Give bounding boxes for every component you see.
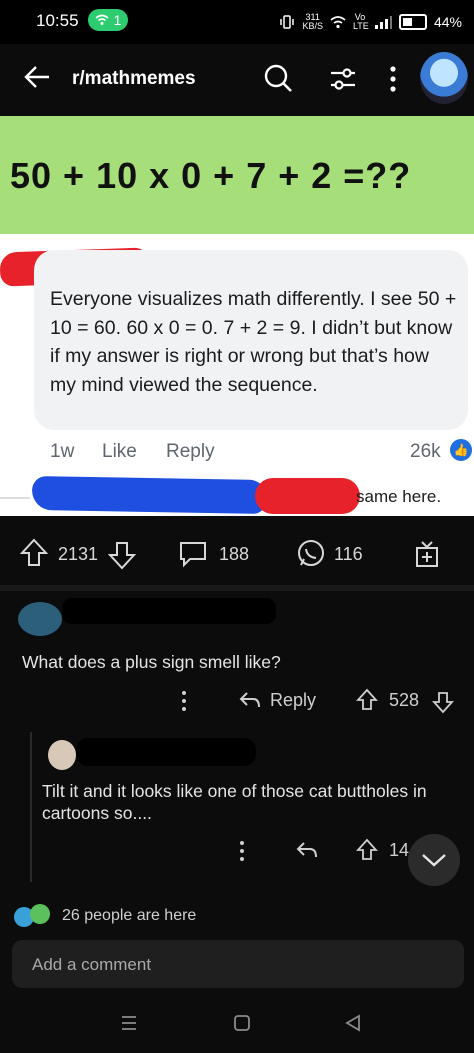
system-nav-bar	[0, 996, 474, 1053]
commenter-avatar[interactable]	[18, 602, 62, 636]
hotspot-count: 1	[113, 12, 122, 28]
whatsapp-share-icon[interactable]	[296, 539, 326, 569]
redacted-username	[62, 598, 276, 624]
filter-icon[interactable]	[328, 64, 358, 94]
presence-avatars-icon	[14, 904, 50, 927]
comment-text: Tilt it and it looks like one of those c…	[42, 781, 427, 823]
net-speed: 311 KB/S	[302, 12, 323, 31]
more-vert-icon[interactable]	[238, 840, 246, 862]
section-divider	[0, 585, 474, 591]
status-bar: 10:55 1 311 KB/S Vo LTE 44%	[0, 0, 474, 44]
wifi-signal-icon	[330, 16, 346, 29]
vibrate-icon	[280, 15, 295, 29]
comment-text: What does a plus sign smell like?	[22, 652, 281, 672]
subreddit-title[interactable]: r/mathmemes	[72, 68, 196, 90]
battery-percent: 44%	[433, 14, 462, 30]
hotspot-badge: 1	[88, 9, 128, 31]
app-bar: r/mathmemes	[0, 44, 474, 116]
presence-text: 26 people are here	[62, 907, 197, 924]
clock: 10:55	[36, 11, 79, 30]
comment-icon[interactable]	[178, 540, 208, 568]
add-comment-placeholder: Add a comment	[32, 955, 152, 974]
award-gift-icon[interactable]	[414, 538, 440, 568]
equation-text: 50 + 10 x 0 + 7 + 2 =??	[10, 155, 412, 196]
back-triangle-icon[interactable]	[344, 1014, 362, 1032]
redacted-username	[76, 738, 256, 766]
redaction-mark	[31, 475, 268, 515]
volte-label: Vo LTE	[352, 12, 369, 31]
reply-preview-text: same here.	[356, 487, 442, 506]
reply-button[interactable]: Reply	[270, 690, 316, 711]
recent-apps-icon[interactable]	[120, 1014, 138, 1032]
quoted-reply-label: Reply	[166, 441, 215, 462]
upvote-icon[interactable]	[356, 688, 378, 712]
downvote-icon[interactable]	[432, 690, 454, 714]
quoted-likes-count: 26k	[410, 441, 441, 462]
reply-arrow-icon[interactable]	[295, 840, 319, 860]
scroll-down-button[interactable]	[408, 834, 460, 886]
search-icon[interactable]	[262, 62, 294, 94]
quoted-like-label: Like	[102, 441, 137, 462]
upvote-icon[interactable]	[20, 538, 48, 568]
comment-score: 14	[389, 840, 410, 860]
upvote-count: 2131	[58, 544, 99, 564]
comment-count: 188	[219, 544, 250, 564]
wifi-icon	[95, 14, 109, 25]
battery-icon	[398, 14, 427, 30]
reply-arrow-icon[interactable]	[238, 690, 262, 710]
comment-score: 528	[389, 690, 420, 710]
more-vert-icon[interactable]	[180, 690, 188, 712]
share-count: 116	[334, 544, 363, 564]
cell-signal-icon	[374, 16, 392, 29]
back-arrow-icon[interactable]	[22, 62, 52, 92]
more-vert-icon[interactable]	[388, 64, 398, 94]
downvote-icon[interactable]	[108, 540, 136, 570]
upvote-icon[interactable]	[356, 838, 378, 862]
chevron-down-icon	[422, 854, 446, 867]
commenter-avatar[interactable]	[48, 740, 76, 770]
thread-line	[30, 732, 32, 882]
user-avatar[interactable]	[420, 52, 468, 104]
thumbs-up-icon: 👍	[448, 437, 474, 463]
quoted-age: 1w	[50, 441, 75, 462]
status-icons: 311 KB/S Vo LTE 44%	[279, 10, 462, 34]
home-icon[interactable]	[233, 1014, 251, 1032]
divider	[0, 497, 30, 499]
quoted-comment-text: Everyone visualizes math differently. I …	[50, 288, 457, 396]
redaction-mark	[255, 478, 360, 514]
